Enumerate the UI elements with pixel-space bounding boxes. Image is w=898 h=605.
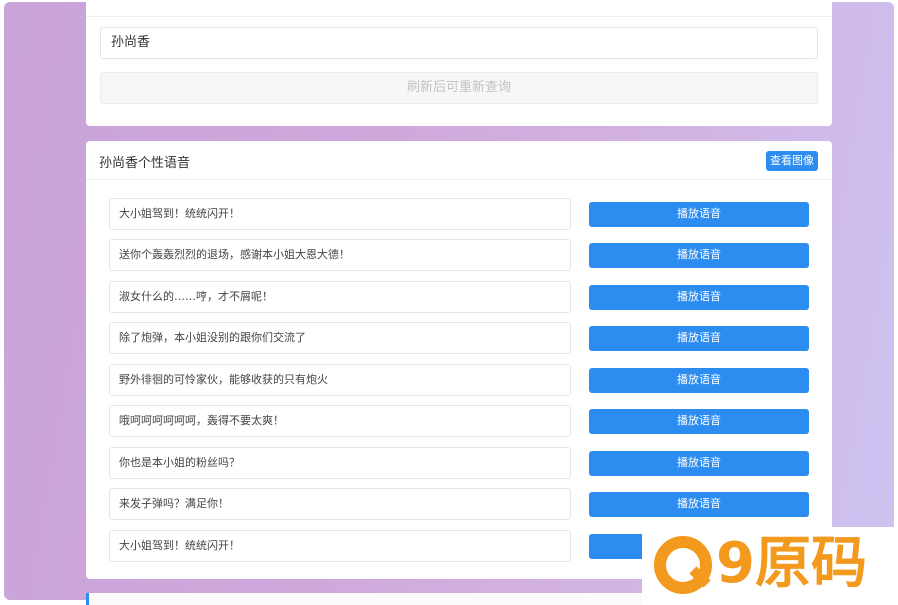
next-card-edge xyxy=(86,593,646,605)
play-voice-button[interactable]: 播放语音 xyxy=(589,326,809,351)
list-item: 淑女什么的……哼，才不屑呢！ 播放语音 xyxy=(109,281,809,313)
list-item: 野外徘徊的可怜家伙，能够收获的只有炮火 播放语音 xyxy=(109,364,809,396)
watermark-text: 9原码 xyxy=(716,531,867,596)
view-image-button[interactable]: 查看图像 xyxy=(766,151,818,171)
list-item: 大小姐驾到！统统闪开！ 播放语音 xyxy=(109,198,809,230)
voice-line-text: 除了炮弹，本小姐没别的跟你们交流了 xyxy=(109,322,571,354)
list-item: 你也是本小姐的粉丝吗？ 播放语音 xyxy=(109,447,809,479)
refresh-button[interactable]: 刷新后可重新查询 xyxy=(100,72,818,104)
play-voice-button[interactable]: 播放语音 xyxy=(589,202,809,227)
voice-line-text: 来发子弹吗？满足你！ xyxy=(109,488,571,520)
voice-card-header: 孙尚香个性语音 查看图像 xyxy=(86,141,832,180)
voice-line-text: 大小姐驾到！统统闪开！ xyxy=(109,530,571,562)
voice-card-title: 孙尚香个性语音 xyxy=(99,156,191,171)
voice-line-text: 哦呵呵呵呵呵呵，轰得不要太爽！ xyxy=(109,405,571,437)
play-voice-button[interactable]: 播放语音 xyxy=(589,409,809,434)
voice-line-text: 野外徘徊的可怜家伙，能够收获的只有炮火 xyxy=(109,364,571,396)
query-card: 孙尚香 刷新后可重新查询 xyxy=(86,0,832,126)
play-voice-button[interactable]: 播放语音 xyxy=(589,492,809,517)
q-logo-icon xyxy=(654,536,712,594)
hero-name-input[interactable]: 孙尚香 xyxy=(100,27,818,59)
play-voice-button[interactable]: 播放语音 xyxy=(589,368,809,393)
voice-line-text: 大小姐驾到！统统闪开！ xyxy=(109,198,571,230)
voice-card: 孙尚香个性语音 查看图像 大小姐驾到！统统闪开！ 播放语音 送你个轰轰烈烈的退场… xyxy=(86,141,832,579)
watermark-logo: 9原码 xyxy=(642,527,898,605)
list-item: 除了炮弹，本小姐没别的跟你们交流了 播放语音 xyxy=(109,322,809,354)
list-item: 哦呵呵呵呵呵呵，轰得不要太爽！ 播放语音 xyxy=(109,405,809,437)
voice-line-text: 淑女什么的……哼，才不屑呢！ xyxy=(109,281,571,313)
query-card-header xyxy=(86,0,832,17)
list-item: 来发子弹吗？满足你！ 播放语音 xyxy=(109,488,809,520)
voice-line-text: 你也是本小姐的粉丝吗？ xyxy=(109,447,571,479)
play-voice-button[interactable]: 播放语音 xyxy=(589,243,809,268)
list-item: 送你个轰轰烈烈的退场，感谢本小姐大恩大德！ 播放语音 xyxy=(109,239,809,271)
play-voice-button[interactable]: 播放语音 xyxy=(589,451,809,476)
play-voice-button[interactable]: 播放语音 xyxy=(589,285,809,310)
voice-line-text: 送你个轰轰烈烈的退场，感谢本小姐大恩大德！ xyxy=(109,239,571,271)
